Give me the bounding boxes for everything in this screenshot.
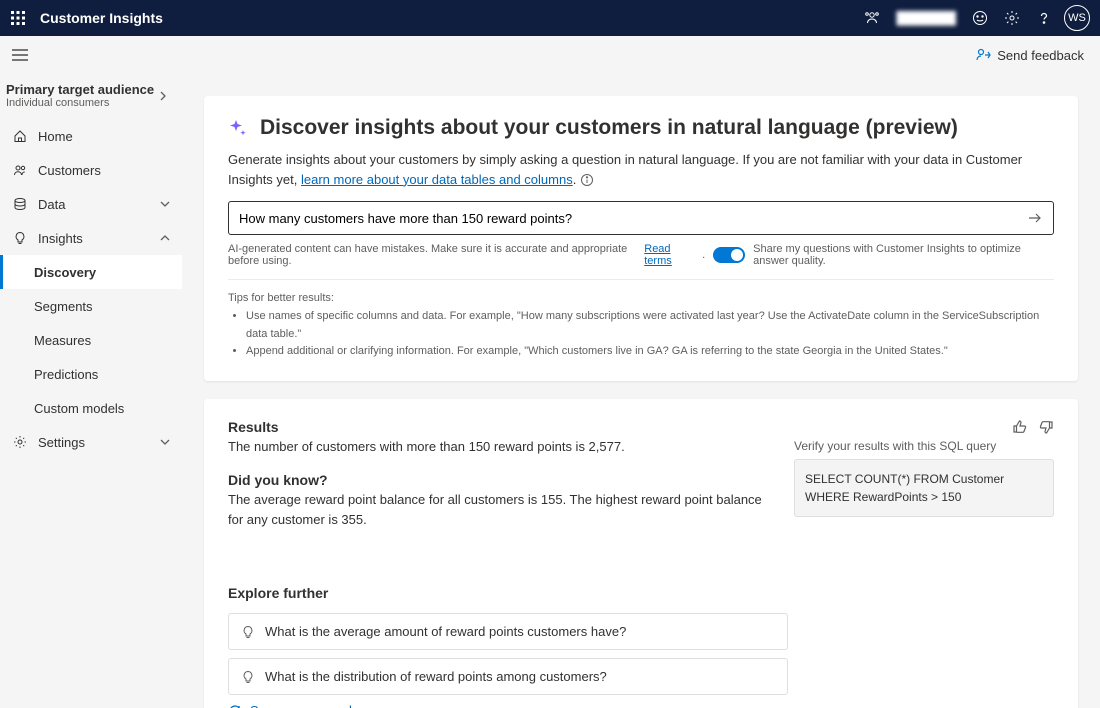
explore-heading: Explore further bbox=[228, 585, 1054, 601]
sidebar-sub-discovery[interactable]: Discovery bbox=[0, 255, 182, 289]
environment-icon[interactable] bbox=[856, 2, 888, 34]
info-icon[interactable] bbox=[580, 173, 594, 187]
audience-picker[interactable]: Primary target audience Individual consu… bbox=[0, 74, 182, 119]
suggestion-item[interactable]: What is the distribution of reward point… bbox=[228, 658, 788, 695]
query-input[interactable] bbox=[239, 211, 1027, 226]
sidebar-sub-segments[interactable]: Segments bbox=[0, 289, 182, 323]
bulb-icon bbox=[241, 670, 255, 684]
query-input-wrapper[interactable] bbox=[228, 201, 1054, 235]
bulb-icon bbox=[241, 625, 255, 639]
intro-text: Generate insights about your customers b… bbox=[228, 150, 1054, 189]
sidebar-sub-custom-models[interactable]: Custom models bbox=[0, 391, 182, 425]
read-terms-link[interactable]: Read terms bbox=[644, 243, 694, 267]
settings-gear-icon[interactable] bbox=[996, 2, 1028, 34]
customers-icon bbox=[12, 162, 28, 178]
app-title: Customer Insights bbox=[40, 10, 163, 26]
global-topnav: Customer Insights ███████ WS bbox=[0, 0, 1100, 36]
sidebar-sub-measures[interactable]: Measures bbox=[0, 323, 182, 357]
home-icon bbox=[12, 128, 28, 144]
sidebar-sub-predictions[interactable]: Predictions bbox=[0, 357, 182, 391]
sidebar-item-label: Home bbox=[38, 129, 73, 144]
sidebar-item-insights[interactable]: Insights bbox=[0, 221, 182, 255]
chevron-down-icon bbox=[160, 437, 170, 447]
refresh-icon bbox=[228, 704, 242, 708]
sidebar-item-label: Settings bbox=[38, 435, 85, 450]
results-text: The number of customers with more than 1… bbox=[228, 437, 764, 457]
sql-query-box[interactable]: SELECT COUNT(*) FROM Customer WHERE Rewa… bbox=[794, 459, 1054, 517]
tips-list: Use names of specific columns and data. … bbox=[228, 308, 1054, 361]
ai-disclaimer: AI-generated content can have mistakes. … bbox=[228, 243, 636, 267]
audience-subtitle: Individual consumers bbox=[6, 97, 158, 109]
main-content: Discover insights about your customers i… bbox=[182, 74, 1100, 708]
sidebar-item-data[interactable]: Data bbox=[0, 187, 182, 221]
sub-bar: Send feedback bbox=[0, 36, 1100, 74]
tips-heading: Tips for better results: bbox=[228, 292, 1054, 304]
hamburger-icon[interactable] bbox=[0, 49, 40, 61]
dyk-text: The average reward point balance for all… bbox=[228, 490, 764, 529]
user-avatar[interactable]: WS bbox=[1064, 5, 1090, 31]
audience-title: Primary target audience bbox=[6, 82, 158, 97]
help-icon[interactable] bbox=[1028, 2, 1060, 34]
page-title: Discover insights about your customers i… bbox=[260, 116, 958, 140]
suggestion-item[interactable]: What is the average amount of reward poi… bbox=[228, 613, 788, 650]
results-card: Results The number of customers with mor… bbox=[204, 399, 1078, 708]
sidebar-item-customers[interactable]: Customers bbox=[0, 153, 182, 187]
sidebar-item-settings[interactable]: Settings bbox=[0, 425, 182, 459]
learn-more-link[interactable]: learn more about your data tables and co… bbox=[301, 172, 573, 187]
thumbs-down-icon[interactable] bbox=[1038, 419, 1054, 435]
chevron-right-icon bbox=[158, 91, 168, 101]
verify-label: Verify your results with this SQL query bbox=[794, 439, 1054, 453]
share-toggle[interactable] bbox=[713, 247, 745, 263]
data-icon bbox=[12, 196, 28, 212]
query-card: Discover insights about your customers i… bbox=[204, 96, 1078, 381]
environment-name[interactable]: ███████ bbox=[896, 11, 956, 25]
sidebar-item-home[interactable]: Home bbox=[0, 119, 182, 153]
share-toggle-label: Share my questions with Customer Insight… bbox=[753, 243, 1054, 267]
gear-icon bbox=[12, 434, 28, 450]
smiley-icon[interactable] bbox=[964, 2, 996, 34]
dyk-heading: Did you know? bbox=[228, 472, 764, 488]
sidebar-item-label: Customers bbox=[38, 163, 101, 178]
insights-icon bbox=[12, 230, 28, 246]
app-launcher-icon[interactable] bbox=[10, 10, 26, 26]
results-heading: Results bbox=[228, 419, 764, 435]
chevron-down-icon bbox=[160, 199, 170, 209]
send-feedback-button[interactable]: Send feedback bbox=[975, 47, 1100, 63]
see-more-examples-link[interactable]: See more examples bbox=[228, 703, 1054, 708]
sparkle-icon bbox=[228, 118, 248, 138]
sidebar: Primary target audience Individual consu… bbox=[0, 74, 182, 708]
sidebar-item-label: Insights bbox=[38, 231, 83, 246]
chevron-up-icon bbox=[160, 233, 170, 243]
thumbs-up-icon[interactable] bbox=[1012, 419, 1028, 435]
submit-arrow-icon[interactable] bbox=[1027, 210, 1043, 226]
sidebar-item-label: Data bbox=[38, 197, 65, 212]
send-feedback-label: Send feedback bbox=[997, 48, 1084, 63]
